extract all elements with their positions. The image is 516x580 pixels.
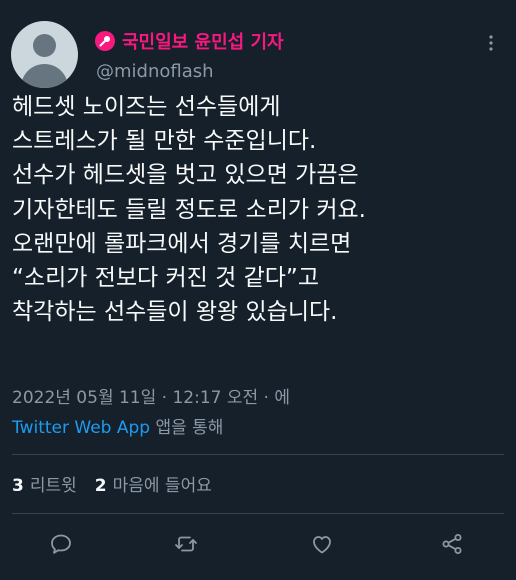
avatar[interactable]	[11, 21, 78, 88]
share-icon[interactable]	[439, 531, 465, 557]
divider	[12, 513, 504, 514]
tweet-stats: 3 리트윗 2 마음에 들어요	[12, 471, 212, 496]
reply-icon[interactable]	[48, 531, 74, 557]
divider	[12, 454, 504, 455]
tweet-line: 선수가 헤드셋을 벗고 있으면 가끔은	[12, 162, 359, 189]
retweets-stat[interactable]: 3 리트윗	[12, 471, 77, 496]
avatar-head	[33, 34, 56, 57]
likes-stat[interactable]: 2 마음에 들어요	[95, 471, 212, 496]
author-handle[interactable]: @midnoflash	[96, 61, 214, 82]
more-options-icon[interactable]	[486, 34, 496, 52]
tweet-line: “소리가 전보다 커진 것 같다”고	[12, 265, 319, 292]
tweet-line: 헤드셋 노이즈는 선수들에게	[12, 94, 281, 120]
tweet-line: 착각하는 선수들이 왕왕 있습니다.	[12, 299, 338, 326]
tweet-line: 스트레스가 될 만한 수준입니다.	[12, 128, 317, 155]
like-icon[interactable]	[309, 531, 335, 557]
tweet-line: 오랜만에 롤파크에서 경기를 치르면	[12, 230, 352, 257]
source-suffix: 앱을 통해	[150, 418, 224, 438]
tweet-timestamp[interactable]: 2022년 05월 11일 · 12:17 오전 · 에	[12, 383, 290, 408]
tweet-source: Twitter Web App 앱을 통해	[12, 413, 223, 438]
retweets-label: 리트윗	[29, 476, 77, 496]
retweets-count: 3	[12, 476, 24, 496]
likes-label: 마음에 들어요	[112, 476, 212, 496]
microphone-icon	[95, 31, 115, 51]
author-display-name[interactable]: 국민일보 윤민섭 기자	[122, 28, 284, 54]
avatar-shoulders	[21, 64, 68, 88]
source-app-link[interactable]: Twitter Web App	[12, 418, 150, 438]
likes-count: 2	[94, 476, 107, 496]
author-name-row[interactable]: 국민일보 윤민섭 기자	[95, 28, 284, 54]
tweet-line: 기자한테도 들릴 정도로 소리가 커요.	[12, 196, 366, 223]
tweet-text: 헤드셋 노이즈는 선수들에게 스트레스가 될 만한 수준입니다. 선수가 헤드셋…	[12, 90, 508, 329]
retweet-icon[interactable]	[173, 531, 199, 557]
